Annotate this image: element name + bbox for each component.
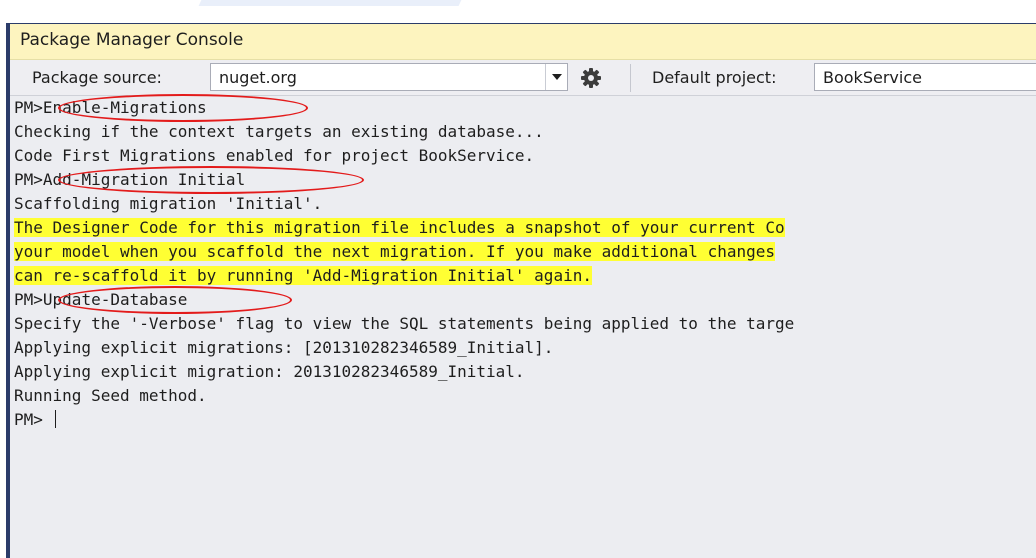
console-input-line[interactable]: PM>	[14, 408, 56, 432]
console-output-line: Checking if the context targets an exist…	[14, 122, 544, 141]
console-warning-line: your model when you scaffold the next mi…	[14, 240, 775, 264]
toolbar-separator	[630, 64, 631, 92]
gear-icon[interactable]	[578, 65, 604, 91]
console-command-line: PM>Add-Migration Initial	[14, 168, 245, 192]
command-text: Update-Database	[42, 290, 188, 309]
console-output-line: Code First Migrations enabled for projec…	[14, 146, 535, 165]
current-prompt: PM>	[14, 410, 43, 429]
console-command-line: PM>Enable-Migrations	[14, 96, 207, 120]
console-toolbar: Package source: nuget.org Default projec…	[10, 60, 1036, 96]
console-output-line: Scaffolding migration 'Initial'.	[14, 194, 323, 213]
default-project-label: Default project:	[652, 68, 777, 87]
command-text: Enable-Migrations	[42, 98, 207, 117]
console-output-line: Specify the '-Verbose' flag to view the …	[14, 314, 795, 333]
default-project-value: BookService	[823, 68, 922, 87]
command-text: Add-Migration Initial	[42, 170, 246, 189]
console-output-line: Running Seed method.	[14, 386, 207, 405]
warning-text: your model when you scaffold the next mi…	[14, 242, 775, 261]
console-output[interactable]: PM>Enable-Migrations Checking if the con…	[10, 94, 1036, 558]
package-source-value: nuget.org	[219, 68, 297, 87]
package-manager-console-window: Package Manager Console Package source: …	[6, 23, 1036, 558]
console-command-line: PM>Update-Database	[14, 288, 187, 312]
text-cursor	[54, 410, 56, 428]
console-output-line: Applying explicit migration: 20131028234…	[14, 362, 525, 381]
console-warning-line: The Designer Code for this migration fil…	[14, 216, 785, 240]
console-warning-line: can re-scaffold it by running 'Add-Migra…	[14, 264, 592, 288]
window-title: Package Manager Console	[20, 30, 244, 50]
prompt: PM>	[14, 290, 43, 309]
chevron-down-icon[interactable]	[545, 64, 567, 90]
warning-text: can re-scaffold it by running 'Add-Migra…	[14, 266, 592, 285]
warning-text: The Designer Code for this migration fil…	[14, 218, 785, 237]
prompt: PM>	[14, 98, 43, 117]
package-source-label: Package source:	[32, 68, 162, 87]
background-decoration	[198, 0, 462, 6]
default-project-dropdown[interactable]: BookService	[814, 63, 1036, 91]
console-output-line: Applying explicit migrations: [201310282…	[14, 338, 554, 357]
title-bar: Package Manager Console	[10, 24, 1036, 60]
package-source-dropdown[interactable]: nuget.org	[210, 63, 568, 91]
prompt: PM>	[14, 170, 43, 189]
